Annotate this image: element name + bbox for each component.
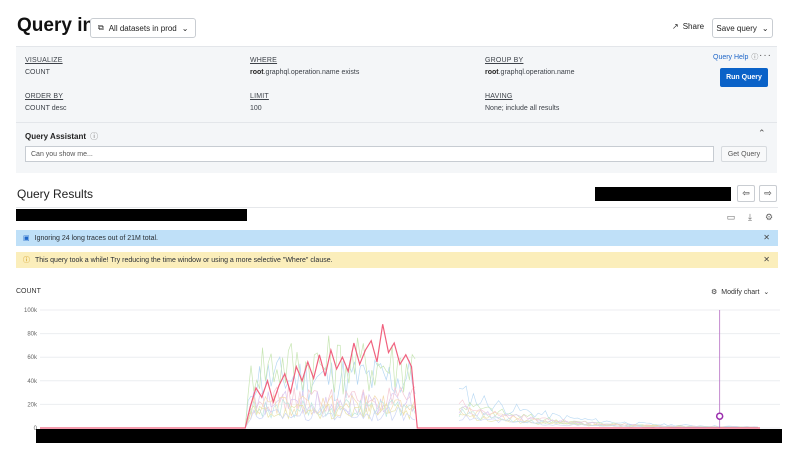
assistant-input[interactable]: Can you show me... xyxy=(25,146,714,162)
get-query-button[interactable]: Get Query xyxy=(721,146,767,162)
results-title: Query Results xyxy=(17,187,94,201)
help-icon: ⓘ xyxy=(751,54,759,61)
warning-banner: ⓘ This query took a while! Try reducing … xyxy=(16,252,778,268)
group-by-label[interactable]: GROUP BY xyxy=(485,57,523,64)
previous-icon[interactable]: ⇦ xyxy=(737,185,755,202)
y-tick-label: 20k xyxy=(27,402,38,408)
info-banner-text: Ignoring 24 long traces out of 21M total… xyxy=(34,234,158,242)
info-banner: ▣ Ignoring 24 long traces out of 21M tot… xyxy=(16,230,778,246)
limit-label[interactable]: LIMIT xyxy=(250,93,269,100)
order-by-label[interactable]: ORDER BY xyxy=(25,93,63,100)
where-value[interactable]: root.graphql.operation.name exists xyxy=(250,69,359,76)
page-title: Query in xyxy=(17,15,95,36)
having-value[interactable]: None; include all results xyxy=(485,105,559,112)
query-builder: VISUALIZE COUNT WHERE root.graphql.opera… xyxy=(16,46,777,123)
query-assistant: Query Assistant ⓘ ⌃ Can you show me... G… xyxy=(16,123,777,173)
having-label[interactable]: HAVING xyxy=(485,93,513,100)
redacted-x-axis xyxy=(36,429,782,443)
save-query-button[interactable]: Save query ⌄ xyxy=(712,18,773,38)
dataset-selector[interactable]: ⧉ All datasets in prod ⌄ xyxy=(90,18,197,38)
series-line xyxy=(458,385,758,428)
assistant-header: Query Assistant ⓘ xyxy=(25,131,98,142)
y-tick-label: 80k xyxy=(27,332,38,338)
page-header: Query in ⧉ All datasets in prod ⌄ ↗ Shar… xyxy=(0,0,800,46)
y-tick-label: 40k xyxy=(27,379,38,385)
visualize-label[interactable]: VISUALIZE xyxy=(25,57,63,64)
comment-icon[interactable]: ▭ xyxy=(725,211,737,223)
visualize-value[interactable]: COUNT xyxy=(25,69,50,76)
y-tick-label: 100k xyxy=(24,308,38,314)
more-options-icon[interactable]: ··· xyxy=(759,50,772,61)
query-help-link[interactable]: Query Help ⓘ xyxy=(713,52,758,62)
divider xyxy=(16,207,778,208)
gear-icon: ⚙ xyxy=(711,289,718,296)
modify-chart-button[interactable]: ⚙ Modify chart ⌄ xyxy=(711,288,770,297)
redacted-field xyxy=(595,187,731,201)
chevron-down-icon: ⌄ xyxy=(763,289,770,296)
chart-ylabel: COUNT xyxy=(16,288,41,295)
close-icon[interactable]: ✕ xyxy=(763,233,770,242)
chevron-down-icon: ⌄ xyxy=(761,23,769,33)
assistant-title: Query Assistant xyxy=(25,132,87,141)
download-icon[interactable]: ⤓ xyxy=(744,211,756,223)
chevron-down-icon: ⌄ xyxy=(181,23,189,33)
warning-icon: ⓘ xyxy=(23,257,30,264)
dataset-icon: ⧉ xyxy=(98,23,104,32)
help-icon[interactable]: ⓘ xyxy=(90,131,98,142)
warning-banner-text: This query took a while! Try reducing th… xyxy=(35,256,333,264)
where-label[interactable]: WHERE xyxy=(250,57,277,64)
y-tick-label: 60k xyxy=(27,355,38,361)
save-query-label: Save query xyxy=(716,23,757,33)
group-by-value[interactable]: root.graphql.operation.name xyxy=(485,69,575,76)
share-button[interactable]: ↗ Share xyxy=(672,22,704,31)
chevron-up-icon[interactable]: ⌃ xyxy=(758,128,766,139)
trace-icon: ▣ xyxy=(23,235,30,242)
results-chart[interactable]: 020k40k60k80k100k xyxy=(0,300,800,463)
next-icon[interactable]: ⇨ xyxy=(759,185,777,202)
gear-icon[interactable]: ⚙ xyxy=(763,211,775,223)
dataset-label: All datasets in prod xyxy=(108,23,177,33)
redacted-field xyxy=(16,209,247,221)
share-icon: ↗ xyxy=(672,22,679,31)
close-icon[interactable]: ✕ xyxy=(763,255,770,264)
series-line xyxy=(458,406,758,428)
query-help-label: Query Help xyxy=(713,53,749,61)
cursor-marker xyxy=(715,412,724,420)
share-label: Share xyxy=(682,22,705,31)
run-query-button[interactable]: Run Query xyxy=(720,68,768,87)
order-by-value[interactable]: COUNT desc xyxy=(25,105,67,112)
modify-chart-label: Modify chart xyxy=(721,288,760,296)
limit-value[interactable]: 100 xyxy=(250,105,262,112)
